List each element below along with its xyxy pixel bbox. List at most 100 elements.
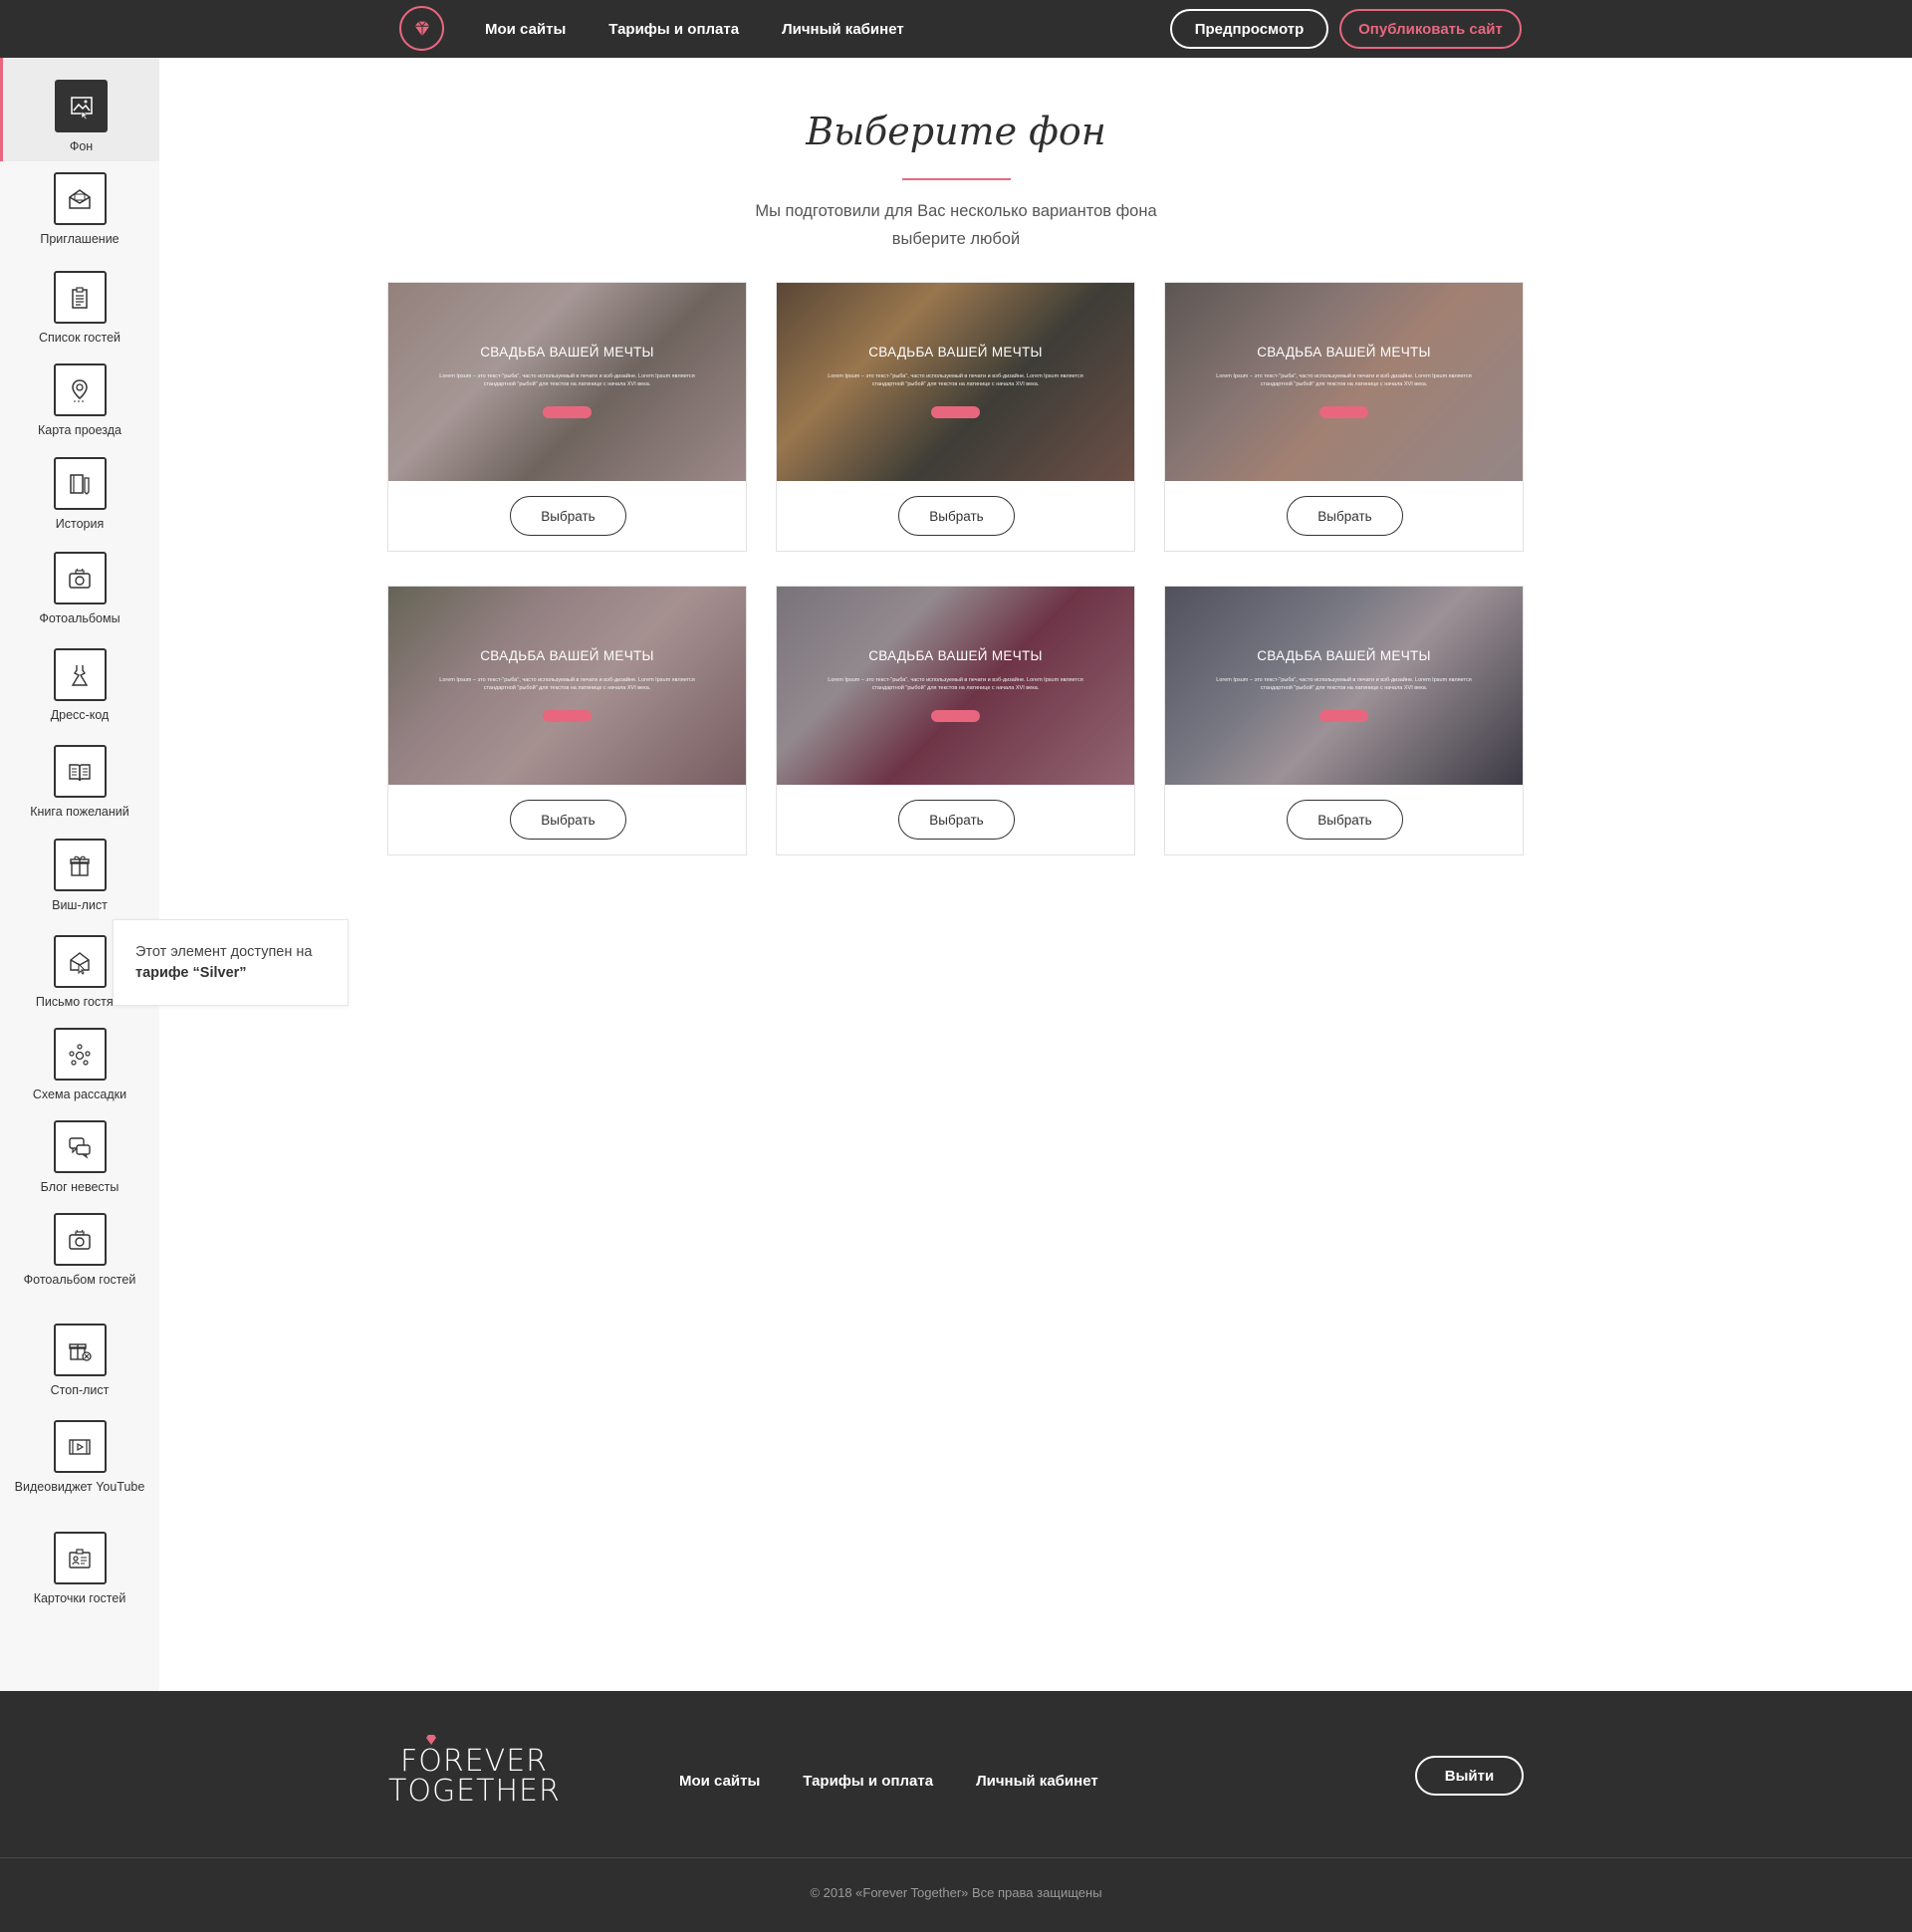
- preview-headline: СВАДЬБА ВАШЕЙ МЕЧТЫ: [480, 345, 654, 360]
- sidebar-item-label: Фон: [69, 139, 94, 153]
- sidebar-item-dress-code[interactable]: Дресс-код: [0, 648, 159, 723]
- sidebar-item-guest-photos[interactable]: Фотоальбом гостей: [0, 1213, 159, 1288]
- preview-lorem: Lorem Ipsum – это текст-"рыба", часто ис…: [1216, 373, 1472, 387]
- video-icon: [53, 1420, 107, 1473]
- footer-nav: Мои сайты Тарифы и оплата Личный кабинет: [679, 1773, 1141, 1790]
- sidebar-item-history[interactable]: История: [0, 457, 159, 532]
- choose-button[interactable]: Выбрать: [898, 800, 1015, 840]
- sidebar-item-photo-albums[interactable]: Фотоальбомы: [0, 552, 159, 626]
- background-card: СВАДЬБА ВАШЕЙ МЕЧТЫ Lorem Ipsum – это те…: [387, 282, 747, 552]
- envelope-icon: [53, 172, 107, 225]
- subtitle-line-2: выберите любой: [891, 230, 1021, 248]
- sidebar-item-guest-cards[interactable]: Карточки гостей: [0, 1532, 159, 1606]
- sidebar-item-stop-list[interactable]: Стоп-лист: [0, 1324, 159, 1398]
- sidebar-item-youtube[interactable]: Видеовиджет YouTube: [0, 1420, 159, 1495]
- tooltip-tariff: тарифе “Silver”: [135, 965, 247, 981]
- page-subtitle: Мы подготовили для Вас несколько вариант…: [697, 197, 1215, 253]
- nav-my-sites[interactable]: Мои сайты: [485, 21, 566, 38]
- sidebar-item-label: Фотоальбом гостей: [23, 1273, 136, 1287]
- preview-lorem: Lorem Ipsum – это текст-"рыба", часто ис…: [828, 373, 1083, 387]
- publish-button[interactable]: Опубликовать сайт: [1339, 9, 1522, 49]
- camera-icon: [53, 552, 107, 604]
- background-preview-image[interactable]: СВАДЬБА ВАШЕЙ МЕЧТЫ Lorem Ipsum – это те…: [777, 283, 1134, 481]
- sidebar-item-label: Фотоальбомы: [39, 611, 120, 625]
- title-divider: [902, 178, 1011, 180]
- tariff-tooltip: Этот элемент доступен на тарифе “Silver”: [113, 919, 349, 1006]
- sidebar-item-label: Список гостей: [38, 331, 121, 345]
- sidebar-item-background[interactable]: Фон: [0, 58, 159, 161]
- logo-line-2: TOGETHER: [388, 1774, 561, 1809]
- copyright: © 2018 «Forever Together» Все права защи…: [810, 1885, 1102, 1900]
- sidebar-item-label: Стоп-лист: [50, 1383, 110, 1397]
- page-title: Выберите фон: [806, 110, 1106, 153]
- preview-lorem: Lorem Ipsum – это текст-"рыба", часто ис…: [1216, 677, 1472, 691]
- background-preview-image[interactable]: СВАДЬБА ВАШЕЙ МЕЧТЫ Lorem Ipsum – это те…: [1165, 587, 1523, 785]
- image-icon: [55, 80, 108, 132]
- background-card: СВАДЬБА ВАШЕЙ МЕЧТЫ Lorem Ipsum – это те…: [776, 282, 1135, 552]
- footer-logo[interactable]: FOREVER TOGETHER: [388, 1735, 560, 1809]
- preview-headline: СВАДЬБА ВАШЕЙ МЕЧТЫ: [1257, 648, 1431, 663]
- sidebar-item-label: Блог невесты: [40, 1180, 120, 1194]
- choose-button[interactable]: Выбрать: [1287, 800, 1403, 840]
- sidebar-item-seating[interactable]: Схема рассадки: [0, 1028, 159, 1102]
- letter-icon: [53, 935, 107, 988]
- background-card: СВАДЬБА ВАШЕЙ МЕЧТЫ Lorem Ipsum – это те…: [776, 586, 1135, 855]
- preview-pill-button: [543, 710, 592, 722]
- top-nav: Мои сайты Тарифы и оплата Личный кабинет: [485, 0, 947, 58]
- background-preview-image[interactable]: СВАДЬБА ВАШЕЙ МЕЧТЫ Lorem Ipsum – это те…: [777, 587, 1134, 785]
- chat-icon: [53, 1120, 107, 1173]
- footer: FOREVER TOGETHER Мои сайты Тарифы и опла…: [0, 1691, 1912, 1932]
- preview-pill-button: [931, 406, 980, 418]
- choose-button[interactable]: Выбрать: [510, 800, 626, 840]
- gift-icon: [53, 839, 107, 891]
- choose-button[interactable]: Выбрать: [898, 496, 1015, 536]
- preview-headline: СВАДЬБА ВАШЕЙ МЕЧТЫ: [1257, 345, 1431, 360]
- footer-nav-my-sites[interactable]: Мои сайты: [679, 1773, 760, 1790]
- preview-lorem: Lorem Ipsum – это текст-"рыба", часто ис…: [828, 677, 1083, 691]
- sidebar-item-guest-list[interactable]: Список гостей: [0, 271, 159, 346]
- choose-button[interactable]: Выбрать: [1287, 496, 1403, 536]
- background-preview-image[interactable]: СВАДЬБА ВАШЕЙ МЕЧТЫ Lorem Ipsum – это те…: [388, 587, 746, 785]
- open-book-icon: [53, 745, 107, 798]
- gift-cancel-icon: [53, 1324, 107, 1376]
- preview-lorem: Lorem Ipsum – это текст-"рыба", часто ис…: [439, 677, 695, 691]
- preview-headline: СВАДЬБА ВАШЕЙ МЕЧТЫ: [868, 648, 1043, 663]
- dress-icon: [53, 648, 107, 701]
- background-card: СВАДЬБА ВАШЕЙ МЕЧТЫ Lorem Ipsum – это те…: [387, 586, 747, 855]
- footer-nav-tariffs[interactable]: Тарифы и оплата: [803, 1773, 933, 1790]
- sidebar-item-label: Книга пожеланий: [30, 805, 129, 819]
- seating-icon: [53, 1028, 107, 1081]
- sidebar: Фон Приглашение Список гостей Карта прое…: [0, 58, 159, 1691]
- logo-diamond-icon[interactable]: [399, 6, 444, 51]
- tooltip-text: Этот элемент доступен на: [135, 944, 313, 960]
- sidebar-item-label: История: [55, 517, 105, 531]
- preview-headline: СВАДЬБА ВАШЕЙ МЕЧТЫ: [480, 648, 654, 663]
- background-preview-image[interactable]: СВАДЬБА ВАШЕЙ МЕЧТЫ Lorem Ipsum – это те…: [388, 283, 746, 481]
- sidebar-item-label: Карточки гостей: [33, 1591, 126, 1605]
- preview-button[interactable]: Предпросмотр: [1170, 9, 1328, 49]
- nav-tariffs[interactable]: Тарифы и оплата: [608, 21, 739, 38]
- sidebar-item-label: Дресс-код: [50, 708, 110, 722]
- sidebar-item-map[interactable]: Карта проезда: [0, 363, 159, 438]
- footer-nav-account[interactable]: Личный кабинет: [976, 1773, 1098, 1790]
- top-bar: Мои сайты Тарифы и оплата Личный кабинет…: [0, 0, 1912, 58]
- sidebar-item-label: Карта проезда: [38, 423, 121, 437]
- logout-button[interactable]: Выйти: [1415, 1756, 1524, 1796]
- sidebar-item-label: Виш-лист: [52, 898, 108, 912]
- sidebar-item-bride-blog[interactable]: Блог невесты: [0, 1120, 159, 1195]
- choose-button[interactable]: Выбрать: [510, 496, 626, 536]
- background-preview-image[interactable]: СВАДЬБА ВАШЕЙ МЕЧТЫ Lorem Ipsum – это те…: [1165, 283, 1523, 481]
- sidebar-item-label: Приглашение: [40, 232, 120, 246]
- preview-lorem: Lorem Ipsum – это текст-"рыба", часто ис…: [439, 373, 695, 387]
- sidebar-item-wishbook[interactable]: Книга пожеланий: [0, 745, 159, 820]
- clipboard-icon: [53, 271, 107, 324]
- footer-divider: [0, 1857, 1912, 1858]
- sidebar-item-label: Видеовиджет YouTube: [14, 1480, 145, 1494]
- nav-account[interactable]: Личный кабинет: [782, 21, 904, 38]
- preview-pill-button: [1319, 406, 1368, 418]
- sidebar-item-invitation[interactable]: Приглашение: [0, 172, 159, 247]
- preview-pill-button: [931, 710, 980, 722]
- sidebar-item-wishlist[interactable]: Виш-лист: [0, 839, 159, 913]
- id-card-icon: [53, 1532, 107, 1584]
- background-card: СВАДЬБА ВАШЕЙ МЕЧТЫ Lorem Ipsum – это те…: [1164, 586, 1524, 855]
